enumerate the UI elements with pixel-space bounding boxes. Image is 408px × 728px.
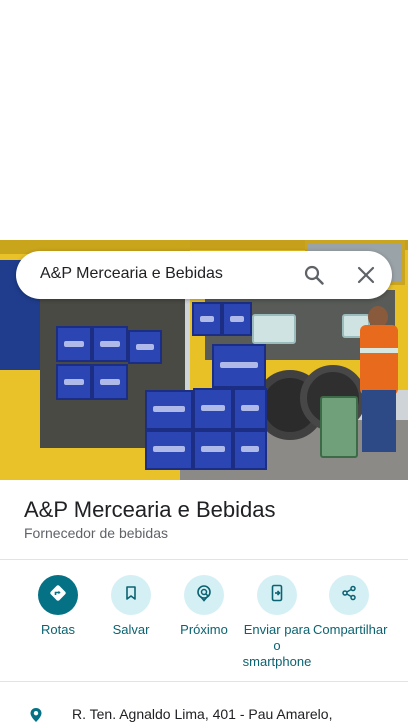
photo-crate: [233, 430, 267, 470]
directions-label: Rotas: [41, 622, 75, 637]
search-query-text[interactable]: A&P Mercearia e Bebidas: [40, 265, 223, 283]
nearby-button-circle[interactable]: [184, 575, 224, 615]
send-to-phone-button[interactable]: Enviar para o smartphone: [241, 575, 313, 670]
nearby-label: Próximo: [180, 622, 228, 637]
photo-crate: [92, 326, 128, 362]
photo-crate: [56, 326, 92, 362]
place-title: A&P Mercearia e Bebidas: [24, 497, 276, 522]
photo-crate: [145, 390, 193, 430]
place-category[interactable]: Fornecedor de bebidas: [24, 525, 168, 541]
photo-crate: [222, 302, 252, 336]
search-bar[interactable]: A&P Mercearia e Bebidas: [16, 251, 392, 299]
search-icon[interactable]: [304, 265, 324, 285]
photo-soda-bottles: [320, 396, 358, 458]
save-button-circle[interactable]: [111, 575, 151, 615]
divider: [0, 681, 408, 682]
photo-crate: [92, 364, 128, 400]
directions-icon: [49, 584, 67, 607]
photo-water-bottles: [252, 314, 296, 344]
photo-crate: [212, 344, 266, 388]
send-to-phone-label: Enviar para o smartphone: [242, 622, 312, 669]
directions-button[interactable]: Rotas: [22, 575, 94, 638]
share-label: Compartilhar: [313, 622, 388, 637]
send-to-phone-button-circle[interactable]: [257, 575, 297, 615]
photo-crate: [233, 388, 267, 430]
photo-crate: [56, 364, 92, 400]
share-button-circle[interactable]: [329, 575, 369, 615]
nearby-icon: [195, 584, 213, 607]
photo-crate: [192, 302, 222, 336]
save-button[interactable]: Salvar: [95, 575, 167, 638]
top-blank-area: [0, 0, 408, 240]
send-to-phone-icon: [268, 584, 286, 607]
share-button[interactable]: Compartilhar: [313, 575, 388, 638]
directions-button-circle[interactable]: [38, 575, 78, 615]
location-pin-icon: [28, 707, 44, 723]
photo-crate: [193, 388, 233, 430]
bookmark-icon: [123, 585, 139, 606]
photo-worker-legs: [362, 390, 396, 452]
photo-crate: [193, 430, 233, 470]
photo-crate: [145, 430, 193, 470]
close-icon[interactable]: [356, 265, 376, 285]
nearby-button[interactable]: Próximo: [168, 575, 240, 638]
photo-worker-stripe: [360, 348, 398, 353]
photo-crate: [128, 330, 162, 364]
divider: [0, 559, 408, 560]
save-label: Salvar: [112, 622, 150, 637]
photo-worker-body: [360, 325, 398, 395]
share-icon: [341, 585, 357, 606]
